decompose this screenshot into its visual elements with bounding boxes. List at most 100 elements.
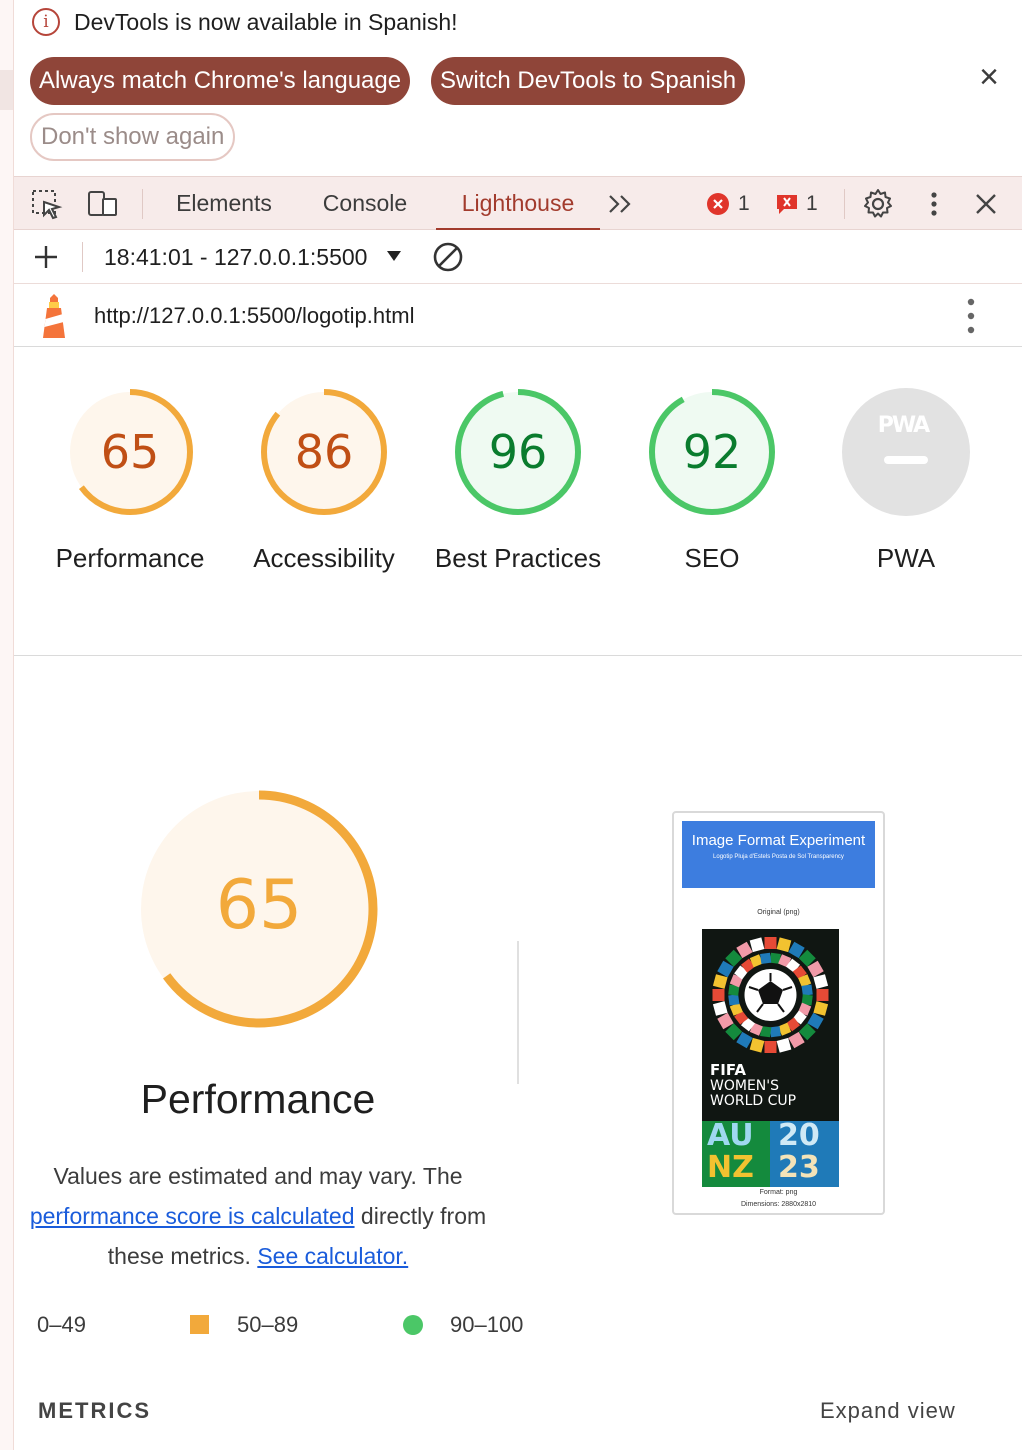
legend-average: 50–89 (237, 1312, 299, 1337)
toolbar-separator (142, 189, 143, 219)
emblem-tile (776, 937, 792, 953)
best-practices-gauge: 96 (455, 389, 581, 515)
bar-separator (82, 242, 83, 272)
emblem-tile (801, 984, 813, 996)
category-scores: 65 Performance 86 Accessibility 96 Best … (14, 348, 1022, 656)
desc-text-1: Values are estimated and may vary. The (53, 1163, 463, 1189)
performance-score: 65 (101, 425, 160, 479)
tab-lighthouse[interactable]: Lighthouse (436, 177, 600, 231)
seo-score: 92 (683, 425, 742, 479)
devtools-panel: i DevTools is now available in Spanish! … (14, 0, 1022, 1450)
report-menu-icon[interactable] (956, 296, 986, 336)
lighthouse-logo-icon (43, 294, 65, 338)
issues-icon[interactable] (772, 187, 806, 221)
report-selector[interactable]: 18:41:01 - 127.0.0.1:5500 (104, 230, 367, 284)
report-url-bar: http://127.0.0.1:5500/logotip.html (14, 284, 1022, 347)
screenshot-subtitle: Logotip Pluja d'Estels Posta de Sol Tran… (713, 854, 844, 860)
emblem-tile (816, 989, 829, 1001)
more-options-icon[interactable] (917, 187, 951, 221)
performance-description: Values are estimated and may vary. The p… (14, 1156, 502, 1276)
tab-elements[interactable]: Elements (170, 177, 278, 230)
legend-fail: 0–49 (37, 1312, 86, 1337)
inspect-element-icon[interactable] (29, 187, 63, 221)
football-emblem-icon (712, 937, 829, 1053)
clear-block-icon[interactable] (432, 241, 464, 273)
score-accessibility[interactable]: 86 Accessibility (239, 386, 409, 578)
device-toolbar-icon[interactable] (86, 187, 120, 221)
language-infobar: i DevTools is now available in Spanish! … (14, 0, 1022, 176)
score-performance[interactable]: 65 Performance (45, 386, 215, 578)
issue-count[interactable]: 1 (806, 177, 818, 231)
new-report-plus-icon[interactable] (32, 243, 60, 271)
pass-circle-icon (403, 1315, 423, 1335)
section-divider (517, 941, 519, 1084)
seo-gauge: 92 (649, 389, 775, 515)
tab-console[interactable]: Console (314, 177, 416, 230)
error-icon[interactable] (704, 187, 738, 221)
score-label: Accessibility (253, 543, 395, 573)
poster-nz: NZ (707, 1150, 754, 1185)
screenshot-format-label: Format: png (759, 1189, 798, 1196)
screenshot-header: Image Format Experiment Logotip Pluja d'… (682, 821, 875, 888)
expand-view-toggle[interactable]: Expand view (820, 1398, 956, 1424)
final-screenshot-thumbnail[interactable]: Image Format Experiment Logotip Pluja d'… (672, 811, 885, 1215)
score-pwa[interactable]: PWA PWA (821, 386, 991, 578)
metrics-heading: METRICS (38, 1398, 151, 1423)
performance-section: 65 Performance Values are estimated and … (14, 656, 1022, 1450)
emblem-tile (760, 952, 772, 964)
screenshot-original-label: Original (png) (757, 909, 800, 916)
report-url: http://127.0.0.1:5500/logotip.html (94, 303, 415, 328)
performance-big-score: 65 (216, 866, 303, 945)
close-devtools-icon[interactable] (969, 187, 1003, 221)
poster-womens: WOMEN'S (710, 1078, 779, 1094)
more-tabs-chevron-icon[interactable] (604, 187, 638, 221)
left-panel-edge (0, 0, 14, 1450)
score-calculated-link[interactable]: performance score is calculated (30, 1203, 355, 1229)
score-label: PWA (876, 543, 936, 573)
score-label: Best Practices (434, 543, 602, 573)
emblem-tile (764, 1041, 777, 1053)
close-icon[interactable]: × (974, 60, 1004, 94)
accessibility-gauge: 86 (261, 389, 387, 515)
emblem-tile (728, 994, 740, 1006)
emblem-tile (764, 937, 777, 949)
dropdown-triangle-icon[interactable] (386, 248, 402, 264)
emblem-tile (813, 974, 829, 989)
emblem-tile (749, 937, 765, 953)
score-label: Performance (55, 543, 205, 573)
score-seo[interactable]: 92 SEO (627, 386, 797, 578)
infobar-message: DevTools is now available in Spanish! (74, 9, 458, 35)
devtools-toolbar: Elements Console Lighthouse 1 1 (14, 176, 1022, 231)
poster-23: 23 (778, 1150, 820, 1185)
poster-fifa: FIFA (710, 1061, 746, 1079)
emblem-tile (749, 1037, 765, 1053)
desc-text-3: these metrics. (107, 1243, 251, 1269)
emblem-tile (776, 1037, 792, 1053)
settings-gear-icon[interactable] (861, 187, 895, 221)
switch-to-spanish-button[interactable]: Switch DevTools to Spanish (431, 57, 746, 105)
score-label: SEO (684, 543, 740, 573)
screenshot-dimensions-label: Dimensions: 2880x2810 (740, 1201, 817, 1208)
report-bar: 18:41:01 - 127.0.0.1:5500 (14, 230, 1022, 284)
accessibility-score: 86 (295, 425, 354, 479)
dont-show-again-button[interactable]: Don't show again (30, 113, 236, 161)
pwa-badge-icon: PWA (842, 388, 970, 516)
pwa-badge-text: PWA (878, 413, 930, 438)
error-count[interactable]: 1 (738, 177, 750, 231)
toolbar-separator (844, 189, 845, 219)
emblem-tile (712, 989, 725, 1001)
best-practices-score: 96 (489, 425, 548, 479)
performance-gauge: 65 (67, 389, 193, 515)
emblem-tile (712, 1001, 728, 1016)
score-best-practices[interactable]: 96 Best Practices (433, 386, 603, 578)
average-square-icon (190, 1315, 209, 1334)
emblem-tile (712, 974, 728, 989)
legend-pass: 90–100 (450, 1312, 524, 1337)
info-icon: i (32, 8, 60, 36)
emblem-tile (769, 1026, 781, 1038)
poster-20: 20 (778, 1118, 820, 1153)
poster-world-cup: WORLD CUP (710, 1093, 797, 1109)
see-calculator-link[interactable]: See calculator. (257, 1243, 408, 1269)
emblem-tile (813, 1001, 829, 1016)
always-match-language-button[interactable]: Always match Chrome's language (30, 57, 411, 105)
